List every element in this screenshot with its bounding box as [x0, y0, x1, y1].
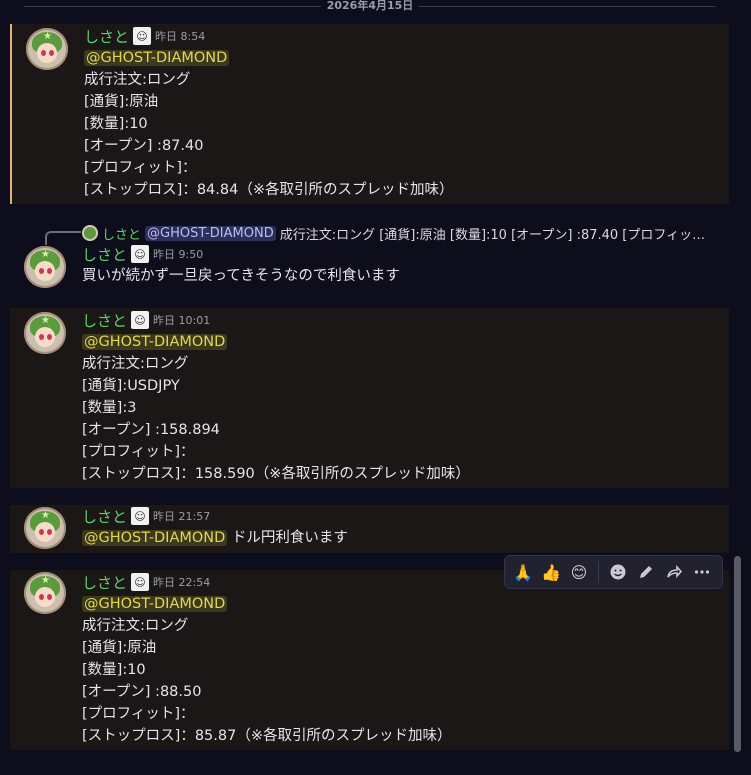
message[interactable]: ★ しさと ☺ 昨日 8:54 @GHOST-DIAMOND 成行注文:ロング … — [10, 24, 729, 204]
message-line: [通貨]:原油 — [84, 94, 159, 110]
reply-avatar — [82, 225, 98, 241]
date-divider: 2026年4月15日 — [24, 0, 716, 12]
message-line: [数量]:10 — [84, 116, 148, 132]
message-line: [数量]:10 — [82, 662, 146, 678]
chat-panel: 2026年4月15日 ★ しさと ☺ 昨日 8:54 @GHOST-DIAMON… — [0, 0, 751, 775]
avatar[interactable]: ★ — [24, 312, 66, 354]
message-body: @GHOST-DIAMOND 成行注文:ロング [通貨]:原油 [数量]:10 … — [82, 593, 451, 747]
role-badge-icon[interactable]: ☺ — [131, 245, 150, 263]
mention[interactable]: @GHOST-DIAMOND — [82, 334, 228, 350]
reply-mention[interactable]: @GHOST-DIAMOND — [145, 225, 276, 241]
more-icon[interactable] — [690, 560, 714, 584]
message-text: 買いが続かず一旦戻ってきそうなので利食います — [82, 268, 400, 284]
message-line: [オープン] :88.50 — [82, 684, 202, 700]
message-line: [オープン] :87.40 — [84, 138, 204, 154]
thumbs-up-reaction-button[interactable]: 👍 — [539, 560, 563, 584]
timestamp[interactable]: 昨日 21:57 — [153, 508, 210, 524]
reply-preview[interactable]: しさと @GHOST-DIAMOND 成行注文:ロング [通貨]:原油 [数量]… — [82, 224, 712, 242]
role-badge-icon[interactable]: ☺ — [131, 507, 150, 525]
message-header: しさと ☺ 昨日 9:50 — [82, 244, 203, 264]
reply-author[interactable]: しさと — [102, 224, 141, 243]
mention[interactable]: @GHOST-DIAMOND — [82, 596, 228, 612]
message-action-toolbar: 🙏 👍 😊 — [504, 555, 723, 589]
message-body: @GHOST-DIAMOND 成行注文:ロング [通貨]:原油 [数量]:10 … — [84, 47, 453, 201]
message-line: [オープン] :158.894 — [82, 422, 220, 438]
message-line: [ストップロス]：158.590（※各取引所のスプレッド加味） — [82, 466, 470, 482]
role-badge-icon[interactable]: ☺ — [131, 311, 150, 329]
message-line: 成行注文:ロング — [84, 72, 191, 88]
add-reaction-icon[interactable] — [606, 560, 630, 584]
role-badge-icon[interactable]: ☺ — [131, 573, 150, 591]
message-header: しさと ☺ 昨日 22:54 — [82, 572, 210, 592]
message-line: [通貨]:原油 — [82, 640, 157, 656]
message[interactable]: ★ しさと ☺ 昨日 22:54 @GHOST-DIAMOND 成行注文:ロング… — [10, 570, 729, 750]
smile-reaction-button[interactable]: 😊 — [567, 560, 591, 584]
timestamp[interactable]: 昨日 9:50 — [153, 246, 203, 262]
message-line: [プロフィット]： — [82, 444, 195, 460]
role-badge-icon[interactable]: ☺ — [133, 27, 152, 45]
date-label: 2026年4月15日 — [320, 0, 420, 12]
author-name[interactable]: しさと — [82, 244, 127, 265]
message-line: 成行注文:ロング — [82, 356, 189, 372]
pray-reaction-button[interactable]: 🙏 — [511, 560, 535, 584]
message-body: @GHOST-DIAMOND ドル円利食います — [82, 527, 348, 549]
forward-icon[interactable] — [662, 560, 686, 584]
author-name[interactable]: しさと — [82, 310, 127, 331]
mention[interactable]: @GHOST-DIAMOND — [84, 50, 230, 66]
reply-text: 成行注文:ロング [通貨]:原油 [数量]:10 [オープン] :87.40 [… — [279, 227, 706, 243]
message-line: [プロフィット]： — [84, 160, 197, 176]
message-line: [ストップロス]：84.84（※各取引所のスプレッド加味） — [84, 182, 454, 198]
author-name[interactable]: しさと — [82, 506, 127, 527]
mention[interactable]: @GHOST-DIAMOND — [82, 530, 228, 546]
author-name[interactable]: しさと — [82, 572, 127, 593]
reply-connector — [45, 231, 81, 245]
message-body: 買いが続かず一旦戻ってきそうなので利食います — [82, 265, 400, 287]
avatar[interactable]: ★ — [26, 28, 68, 70]
message[interactable]: ★ しさと ☺ 昨日 10:01 @GHOST-DIAMOND 成行注文:ロング… — [10, 308, 729, 488]
message-line: [数量]:3 — [82, 400, 137, 416]
avatar[interactable]: ★ — [24, 246, 66, 288]
message-line: [プロフィット]： — [82, 706, 195, 722]
message-line: [ストップロス]：85.87（※各取引所のスプレッド加味） — [82, 728, 452, 744]
timestamp[interactable]: 昨日 22:54 — [153, 574, 210, 590]
message[interactable]: ★ しさと ☺ 昨日 9:50 買いが続かず一旦戻ってきそうなので利食います — [10, 244, 729, 306]
message-line: 成行注文:ロング — [82, 618, 189, 634]
message-line: [通貨]:USDJPY — [82, 378, 180, 394]
author-name[interactable]: しさと — [84, 26, 129, 47]
message-text: ドル円利食います — [231, 530, 348, 546]
message-body: @GHOST-DIAMOND 成行注文:ロング [通貨]:USDJPY [数量]… — [82, 331, 470, 485]
message[interactable]: ★ しさと ☺ 昨日 21:57 @GHOST-DIAMOND ドル円利食います — [10, 505, 729, 553]
message-header: しさと ☺ 昨日 8:54 — [84, 26, 205, 46]
timestamp[interactable]: 昨日 10:01 — [153, 312, 210, 328]
avatar[interactable]: ★ — [24, 572, 66, 614]
scrollbar-thumb[interactable] — [734, 556, 741, 752]
toolbar-separator — [598, 561, 599, 583]
timestamp[interactable]: 昨日 8:54 — [155, 28, 205, 44]
avatar[interactable]: ★ — [24, 507, 66, 549]
message-header: しさと ☺ 昨日 10:01 — [82, 310, 210, 330]
edit-icon[interactable] — [634, 560, 658, 584]
message-header: しさと ☺ 昨日 21:57 — [82, 506, 210, 526]
